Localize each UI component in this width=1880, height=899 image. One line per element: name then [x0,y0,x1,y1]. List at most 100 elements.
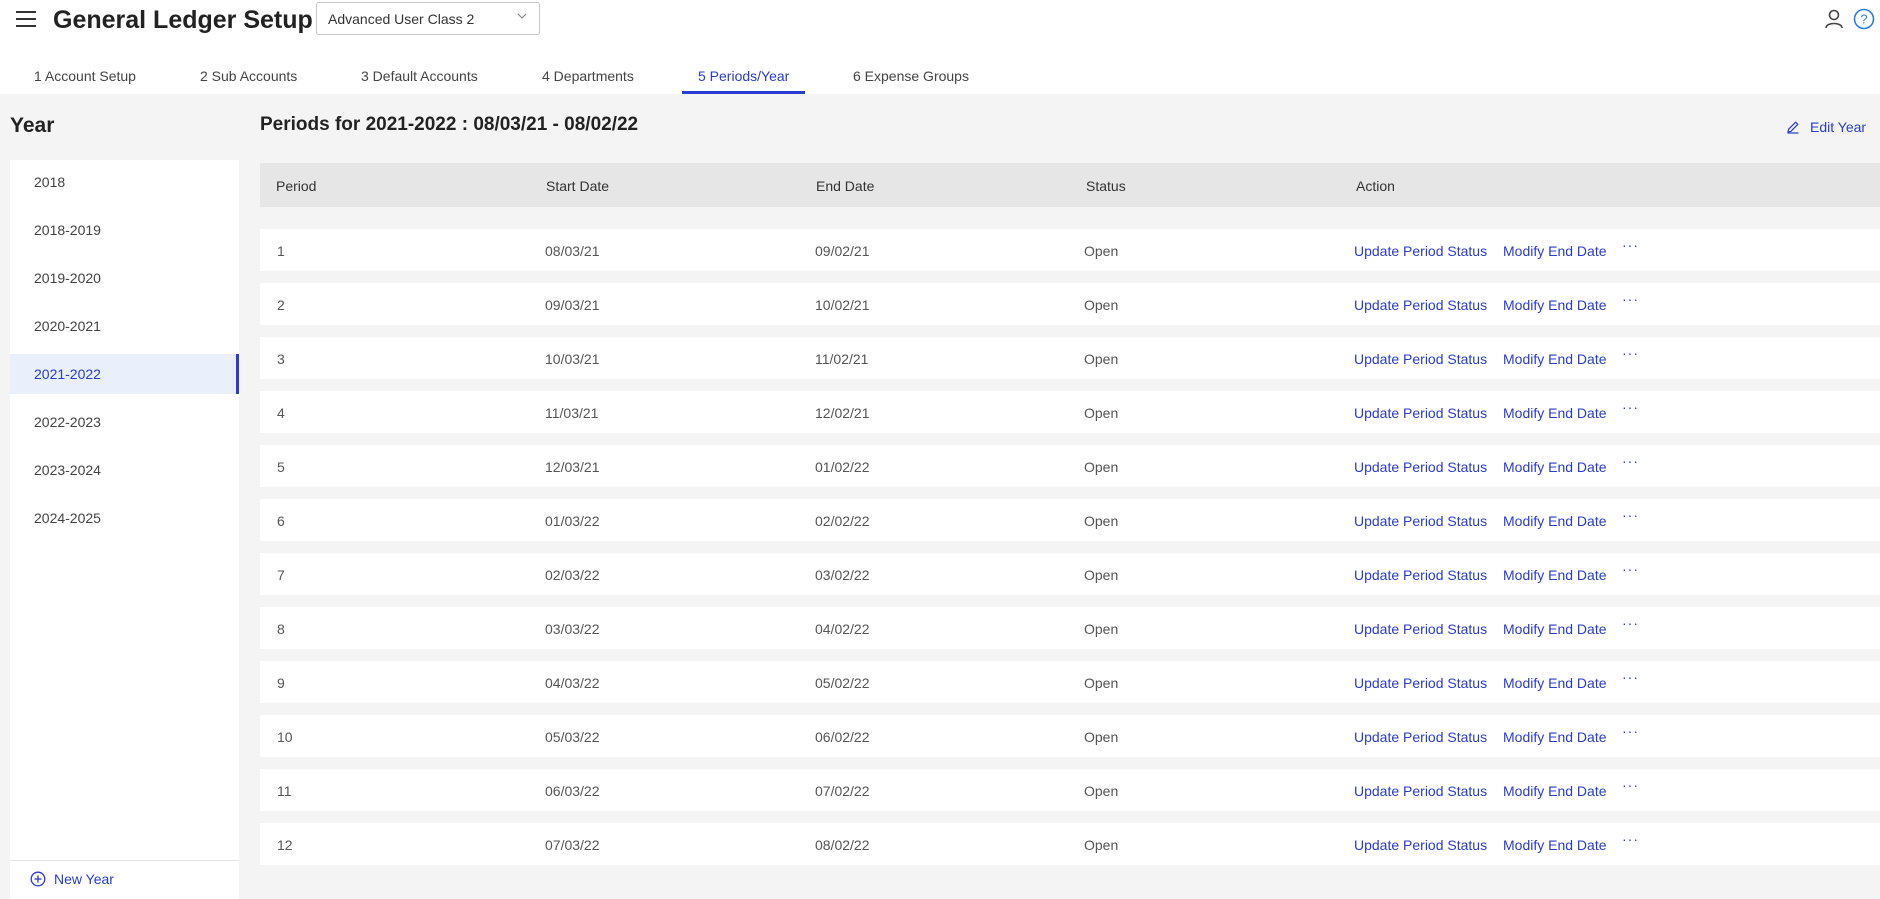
update-period-status-link[interactable]: Update Period Status [1354,675,1487,691]
more-actions-icon[interactable]: ··· [1622,561,1639,577]
tab-expense-groups[interactable]: 6 Expense Groups [853,68,969,84]
end-date-cell: 01/02/22 [815,459,870,475]
year-item-label: 2023-2024 [34,462,101,478]
year-item-selected[interactable]: 2021-2022 [10,354,239,394]
start-date-cell: 12/03/21 [545,459,600,475]
status-cell: Open [1084,351,1119,367]
year-item[interactable]: 2018 [10,162,239,202]
periods-title: Periods for 2021-2022 : 08/03/21 - 08/02… [260,114,639,135]
year-item[interactable]: 2019-2020 [10,258,239,298]
table-row: 2 09/03/21 10/02/21 Open Update Period Statu… [260,283,1880,325]
user-class-select[interactable]: Advanced User Class 2 [316,2,540,35]
update-period-status-link[interactable]: Update Period Status [1354,459,1487,475]
year-item-label: 2024-2025 [34,510,101,526]
year-item-label: 2022-2023 [34,414,101,430]
modify-end-date-link[interactable]: Modify End Date [1503,513,1607,529]
status-cell: Open [1084,297,1119,313]
period-cell: 3 [277,351,285,367]
update-period-status-link[interactable]: Update Period Status [1354,837,1487,853]
start-date-cell: 06/03/22 [545,783,600,799]
table-row: 5 12/03/21 01/02/22 Open Update Period Statu… [260,445,1880,487]
update-period-status-link[interactable]: Update Period Status [1354,405,1487,421]
more-actions-icon[interactable]: ··· [1622,777,1639,793]
update-period-status-link[interactable]: Update Period Status [1354,243,1487,259]
more-actions-icon[interactable]: ··· [1622,615,1639,631]
table-row: 7 02/03/22 03/02/22 Open Update Period Statu… [260,553,1880,595]
tab-departments[interactable]: 4 Departments [542,68,634,84]
help-icon[interactable]: ? [1853,8,1875,30]
period-cell: 7 [277,567,285,583]
more-actions-icon[interactable]: ··· [1622,345,1639,361]
new-year-button[interactable]: New Year [10,860,239,899]
update-period-status-link[interactable]: Update Period Status [1354,783,1487,799]
start-date-cell: 02/03/22 [545,567,600,583]
more-actions-icon[interactable]: ··· [1622,399,1639,415]
more-actions-icon[interactable]: ··· [1622,237,1639,253]
pencil-icon [1787,121,1799,134]
update-period-status-link[interactable]: Update Period Status [1354,297,1487,313]
tab-sub-accounts[interactable]: 2 Sub Accounts [200,68,297,84]
update-period-status-link[interactable]: Update Period Status [1354,513,1487,529]
column-header-end-date: End Date [816,178,875,194]
table-row: 4 11/03/21 12/02/21 Open Update Period Statu… [260,391,1880,433]
status-cell: Open [1084,459,1119,475]
update-period-status-link[interactable]: Update Period Status [1354,351,1487,367]
start-date-cell: 01/03/22 [545,513,600,529]
period-cell: 6 [277,513,285,529]
end-date-cell: 03/02/22 [815,567,870,583]
tab-default-accounts[interactable]: 3 Default Accounts [361,68,478,84]
update-period-status-link[interactable]: Update Period Status [1354,729,1487,745]
user-icon[interactable] [1823,8,1845,30]
tab-periods-year[interactable]: 5 Periods/Year [698,68,789,84]
table-row: 6 01/03/22 02/02/22 Open Update Period Statu… [260,499,1880,541]
more-actions-icon[interactable]: ··· [1622,723,1639,739]
modify-end-date-link[interactable]: Modify End Date [1503,675,1607,691]
more-actions-icon[interactable]: ··· [1622,291,1639,307]
status-cell: Open [1084,513,1119,529]
modify-end-date-link[interactable]: Modify End Date [1503,243,1607,259]
end-date-cell: 02/02/22 [815,513,870,529]
modify-end-date-link[interactable]: Modify End Date [1503,837,1607,853]
menu-icon[interactable] [14,8,38,30]
modify-end-date-link[interactable]: Modify End Date [1503,405,1607,421]
column-header-period: Period [276,178,317,194]
start-date-cell: 09/03/21 [545,297,600,313]
modify-end-date-link[interactable]: Modify End Date [1503,783,1607,799]
status-cell: Open [1084,405,1119,421]
more-actions-icon[interactable]: ··· [1622,831,1639,847]
more-actions-icon[interactable]: ··· [1622,453,1639,469]
period-cell: 1 [277,243,285,259]
table-row: 9 04/03/22 05/02/22 Open Update Period Statu… [260,661,1880,703]
periods-table-header: Period Start Date End Date Status Action [260,163,1880,207]
user-class-select-value: Advanced User Class 2 [328,11,475,27]
update-period-status-link[interactable]: Update Period Status [1354,621,1487,637]
update-period-status-link[interactable]: Update Period Status [1354,567,1487,583]
period-cell: 4 [277,405,285,421]
setup-tabs: 1 Account Setup 2 Sub Accounts 3 Default… [0,60,1880,94]
year-item-label: 2019-2020 [34,270,101,286]
end-date-cell: 05/02/22 [815,675,870,691]
start-date-cell: 10/03/21 [545,351,600,367]
year-item[interactable]: 2023-2024 [10,450,239,490]
start-date-cell: 04/03/22 [545,675,600,691]
column-header-status: Status [1086,178,1126,194]
year-item[interactable]: 2022-2023 [10,402,239,442]
status-cell: Open [1084,243,1119,259]
modify-end-date-link[interactable]: Modify End Date [1503,351,1607,367]
modify-end-date-link[interactable]: Modify End Date [1503,729,1607,745]
year-item[interactable]: 2018-2019 [10,210,239,250]
column-header-start-date: Start Date [546,178,610,194]
end-date-cell: 06/02/22 [815,729,870,745]
modify-end-date-link[interactable]: Modify End Date [1503,621,1607,637]
modify-end-date-link[interactable]: Modify End Date [1503,459,1607,475]
table-row: 3 10/03/21 11/02/21 Open Update Period Statu… [260,337,1880,379]
modify-end-date-link[interactable]: Modify End Date [1503,297,1607,313]
more-actions-icon[interactable]: ··· [1622,507,1639,523]
modify-end-date-link[interactable]: Modify End Date [1503,567,1607,583]
year-item-label: 2020-2021 [34,318,101,334]
year-item[interactable]: 2024-2025 [10,498,239,538]
more-actions-icon[interactable]: ··· [1622,669,1639,685]
tab-account-setup[interactable]: 1 Account Setup [34,68,136,84]
period-cell: 9 [277,675,285,691]
year-item[interactable]: 2020-2021 [10,306,239,346]
